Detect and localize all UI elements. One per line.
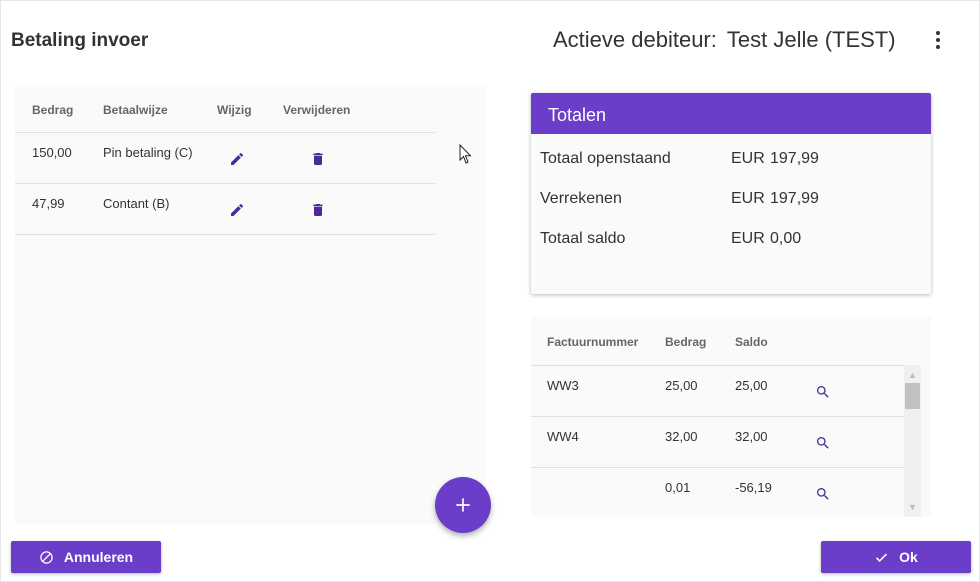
invoice-number: WW4 (547, 429, 579, 444)
payments-table-header: Bedrag Betaalwijze Wijzig Verwijderen (15, 85, 435, 133)
cancel-circle-icon (40, 550, 53, 564)
totals-label: Totaal saldo (540, 230, 626, 247)
ok-button[interactable]: Ok (821, 541, 971, 573)
more-vert-icon[interactable] (927, 29, 949, 51)
mouse-cursor-icon (459, 144, 472, 164)
invoices-table: Factuurnummer Bedrag Saldo WW3 25,00 25,… (531, 317, 931, 517)
magnifier-icon[interactable] (815, 486, 831, 502)
payment-amount: 47,99 (32, 196, 65, 211)
totals-label: Verrekenen (540, 190, 622, 207)
table-row[interactable]: WW3 25,00 25,00 (531, 366, 904, 417)
column-header-factuurnummer[interactable]: Factuurnummer (547, 335, 638, 349)
totals-value: 0,00 (770, 230, 802, 247)
table-row[interactable]: 47,99 Contant (B) (15, 184, 435, 235)
column-header-betaalwijze[interactable]: Betaalwijze (103, 103, 168, 117)
column-header-bedrag[interactable]: Bedrag (32, 103, 73, 117)
table-row[interactable]: 150,00 Pin betaling (C) (15, 133, 435, 184)
plus-icon (456, 498, 470, 512)
invoice-amount: 25,00 (665, 378, 698, 393)
pencil-icon[interactable] (229, 151, 245, 167)
add-payment-button[interactable] (435, 477, 491, 533)
trash-icon[interactable] (310, 202, 326, 218)
active-debtor: Actieve debiteur: Test Jelle (TEST) (553, 27, 896, 53)
page-title: Betaling invoer (11, 30, 149, 51)
payments-table: Bedrag Betaalwijze Wijzig Verwijderen 15… (15, 85, 486, 524)
totals-currency: EUR (731, 150, 765, 167)
dialog: Betaling invoer Actieve debiteur: Test Je… (0, 0, 980, 582)
column-header-verwijderen: Verwijderen (283, 103, 351, 117)
pencil-icon[interactable] (229, 202, 245, 218)
totals-currency: EUR (731, 230, 765, 247)
active-debtor-name: Test Jelle (TEST) (726, 27, 896, 52)
totals-title: Totalen (531, 93, 931, 134)
invoices-scrollbar[interactable]: ▲ ▼ (904, 365, 921, 517)
ok-button-label: Ok (899, 549, 918, 565)
table-row[interactable]: 0,01 -56,19 (531, 468, 904, 517)
totals-card: Totalen Totaal openstaand EUR 197,99 Ver… (531, 93, 931, 294)
magnifier-icon[interactable] (815, 384, 831, 400)
totals-value: 197,99 (770, 150, 819, 167)
invoice-amount: 0,01 (665, 480, 691, 495)
payment-method: Pin betaling (C) (103, 145, 193, 160)
cancel-button-label: Annuleren (63, 549, 134, 565)
cancel-button[interactable]: Annuleren (11, 541, 161, 573)
totals-value: 197,99 (770, 190, 819, 207)
totals-label: Totaal openstaand (540, 150, 671, 167)
invoice-balance: -56,19 (735, 480, 772, 495)
invoice-amount: 32,00 (665, 429, 698, 444)
column-header-saldo[interactable]: Saldo (735, 335, 768, 349)
table-row[interactable]: WW4 32,00 32,00 (531, 417, 904, 468)
scroll-up-icon[interactable]: ▲ (904, 367, 921, 383)
invoice-balance: 25,00 (735, 378, 768, 393)
magnifier-icon[interactable] (815, 435, 831, 451)
invoices-table-header: Factuurnummer Bedrag Saldo (531, 317, 904, 366)
payment-method: Contant (B) (103, 196, 170, 211)
active-debtor-label: Actieve debiteur: (553, 27, 717, 52)
column-header-wijzig: Wijzig (217, 103, 252, 117)
scroll-down-icon[interactable]: ▼ (904, 499, 921, 515)
invoice-number: WW3 (547, 378, 579, 393)
trash-icon[interactable] (310, 151, 326, 167)
check-icon (876, 553, 888, 562)
scrollbar-thumb[interactable] (905, 383, 920, 409)
totals-currency: EUR (731, 190, 765, 207)
column-header-bedrag[interactable]: Bedrag (665, 335, 706, 349)
payment-amount: 150,00 (32, 145, 72, 160)
invoice-balance: 32,00 (735, 429, 768, 444)
